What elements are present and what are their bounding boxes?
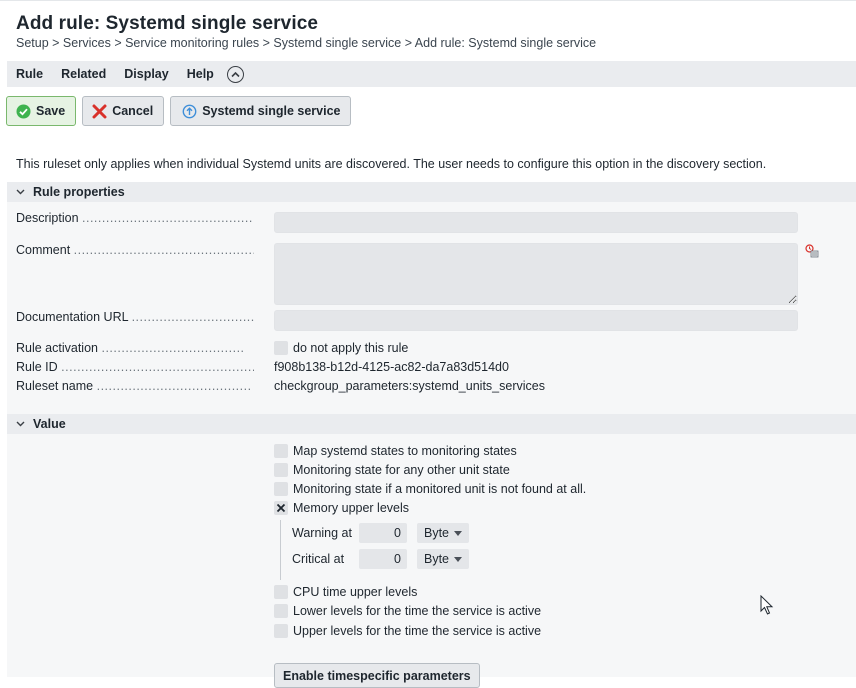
memory-label: Memory upper levels: [293, 501, 410, 515]
cpu-label: CPU time upper levels: [293, 585, 418, 599]
cross-icon: [91, 103, 107, 119]
ruleset-button-label: Systemd single service: [202, 104, 341, 118]
collapse-menu-icon[interactable]: [226, 65, 244, 83]
rule-properties-section: Rule properties Description ............…: [7, 182, 856, 422]
critical-unit-select[interactable]: Byte: [417, 549, 469, 569]
other-state-checkbox[interactable]: [274, 462, 288, 477]
lower-levels-checkbox[interactable]: [274, 603, 288, 618]
rule-activation-option[interactable]: do not apply this rule: [274, 340, 409, 356]
cancel-button-label: Cancel: [112, 104, 154, 118]
rule-properties-body: Description ............................…: [7, 202, 856, 422]
mouse-cursor-icon: [760, 594, 774, 618]
menu-display[interactable]: Display: [115, 67, 177, 81]
upper-levels-checkbox[interactable]: [274, 623, 288, 638]
top-divider: [0, 0, 856, 4]
rule-id-label: Rule ID ................................…: [16, 360, 254, 374]
ruleset-name-value: checkgroup_parameters:systemd_units_serv…: [274, 379, 545, 393]
comment-textarea[interactable]: [274, 243, 798, 305]
documentation-url-input[interactable]: [274, 310, 798, 331]
memory-checkbox[interactable]: [274, 500, 288, 515]
option-not-found[interactable]: Monitoring state if a monitored unit is …: [274, 481, 587, 497]
save-button-label: Save: [36, 104, 66, 118]
map-states-label: Map systemd states to monitoring states: [293, 444, 517, 458]
do-not-apply-checkbox[interactable]: [274, 340, 288, 355]
do-not-apply-label: do not apply this rule: [293, 341, 409, 355]
option-lower-levels[interactable]: Lower levels for the time the service is…: [274, 603, 542, 619]
checked-x-icon: [276, 503, 286, 512]
dropdown-caret-icon: [454, 557, 462, 562]
cpu-checkbox[interactable]: [274, 584, 288, 599]
warning-unit-select[interactable]: Byte: [417, 523, 469, 543]
menu-bar: Rule Related Display Help: [7, 61, 856, 87]
map-states-checkbox[interactable]: [274, 443, 288, 458]
page-title: Add rule: Systemd single service: [16, 13, 319, 34]
ruleset-name-label: Ruleset name ...........................…: [16, 379, 252, 393]
option-memory[interactable]: Memory upper levels: [274, 500, 410, 516]
warning-value-input[interactable]: 0: [359, 523, 407, 543]
save-button[interactable]: Save: [6, 96, 77, 126]
chevron-down-icon: [15, 419, 25, 429]
not-found-checkbox[interactable]: [274, 481, 288, 496]
chevron-down-icon: [15, 187, 25, 197]
arrow-up-circle-icon: [181, 103, 197, 119]
upper-levels-label: Upper levels for the time the service is…: [293, 624, 542, 638]
checkmark-icon: [15, 103, 31, 119]
value-header[interactable]: Value: [7, 414, 856, 434]
option-map-states[interactable]: Map systemd states to monitoring states: [274, 443, 517, 459]
info-text: This ruleset only applies when individua…: [16, 157, 767, 171]
value-section: Value Map systemd states to monitoring s…: [7, 414, 856, 688]
other-state-label: Monitoring state for any other unit stat…: [293, 463, 510, 477]
critical-value-input[interactable]: 0: [359, 549, 407, 569]
comment-label: Comment ................................…: [16, 243, 254, 257]
lower-levels-label: Lower levels for the time the service is…: [293, 604, 542, 618]
description-label: Description ............................…: [16, 211, 254, 225]
description-input[interactable]: [274, 212, 798, 233]
rule-activation-label: Rule activation ........................…: [16, 341, 245, 355]
dropdown-caret-icon: [454, 531, 462, 536]
page: Add rule: Systemd single service Setup >…: [0, 0, 856, 688]
menu-rule[interactable]: Rule: [7, 67, 52, 81]
rule-properties-title: Rule properties: [33, 185, 125, 199]
memory-levels-indent: [280, 520, 281, 580]
menu-help[interactable]: Help: [178, 67, 223, 81]
critical-label: Critical at: [292, 552, 345, 566]
option-upper-levels[interactable]: Upper levels for the time the service is…: [274, 623, 542, 639]
enable-timespecific-button[interactable]: Enable timespecific parameters: [274, 663, 480, 688]
not-found-label: Monitoring state if a monitored unit is …: [293, 482, 587, 496]
option-other-state[interactable]: Monitoring state for any other unit stat…: [274, 462, 510, 478]
breadcrumb[interactable]: Setup > Services > Service monitoring ru…: [16, 36, 596, 50]
value-body: Map systemd states to monitoring states …: [7, 434, 856, 688]
rule-id-value: f908b138-b12d-4125-ac82-da7a83d514d0: [274, 360, 509, 374]
documentation-url-label: Documentation URL ......................…: [16, 310, 254, 324]
toolbar: Save Cancel Systemd single service: [6, 96, 352, 126]
rule-properties-header[interactable]: Rule properties: [7, 182, 856, 202]
warning-label: Warning at: [292, 526, 352, 540]
option-cpu[interactable]: CPU time upper levels: [274, 584, 418, 600]
menu-related[interactable]: Related: [52, 67, 115, 81]
value-title: Value: [33, 417, 66, 431]
cancel-button[interactable]: Cancel: [82, 96, 165, 126]
ruleset-button[interactable]: Systemd single service: [170, 96, 352, 126]
timestamp-edit-icon[interactable]: [805, 244, 819, 258]
